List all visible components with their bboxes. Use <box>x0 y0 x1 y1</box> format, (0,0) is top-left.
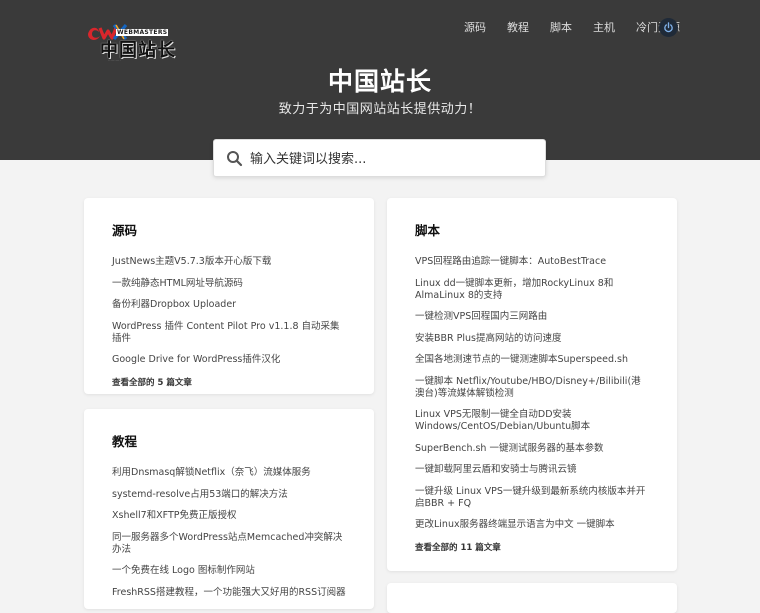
nav-tutorial[interactable]: 教程 <box>507 20 529 36</box>
list-item[interactable]: 一款纯静态HTML网址导航源码 <box>112 278 346 290</box>
list-item[interactable]: VPS回程路由追踪一键脚本：AutoBestTrace <box>415 256 649 268</box>
list-item[interactable]: 一键脚本 Netflix/Youtube/HBO/Disney+/Bilibil… <box>415 376 649 400</box>
list-item[interactable]: Linux VPS无限制一键全自动DD安装Windows/CentOS/Debi… <box>415 409 649 433</box>
nav-script[interactable]: 脚本 <box>550 20 572 36</box>
list-item[interactable]: 一键卸载阿里云盾和安骑士与腾讯云镜 <box>415 464 649 476</box>
login-button[interactable] <box>659 18 678 37</box>
view-all-link[interactable]: 查看全部的 11 篇文章 <box>415 541 649 553</box>
list-item[interactable]: 备份利器Dropbox Uploader <box>112 299 346 311</box>
card-source: 源码 JustNews主题V5.7.3版本开心版下载 一款纯静态HTML网址导航… <box>84 198 374 394</box>
card-title: 源码 <box>112 223 138 238</box>
article-list: VPS回程路由追踪一键脚本：AutoBestTrace Linux dd一键脚本… <box>415 256 649 531</box>
search-icon[interactable] <box>226 150 243 167</box>
list-item[interactable]: 更改Linux服务器终端显示语言为中文 一键脚本 <box>415 519 649 531</box>
list-item[interactable]: 利用Dnsmasq解锁Netflix（奈飞）流媒体服务 <box>112 467 346 479</box>
list-item[interactable]: 一键检测VPS回程国内三网路由 <box>415 311 649 323</box>
main-nav: 源码 教程 脚本 主机 冷门资源 <box>443 20 680 36</box>
logo-subtext: WEBMASTERS <box>116 29 169 36</box>
list-item[interactable]: Google Drive for WordPress插件汉化 <box>112 354 346 366</box>
list-item[interactable]: systemd-resolve占用53端口的解决方法 <box>112 489 346 501</box>
card-script: 脚本 VPS回程路由追踪一键脚本：AutoBestTrace Linux dd一… <box>387 198 677 571</box>
list-item[interactable]: WordPress 插件 Content Pilot Pro v1.1.8 自动… <box>112 321 346 345</box>
nav-source[interactable]: 源码 <box>464 20 486 36</box>
nav-host[interactable]: 主机 <box>593 20 615 36</box>
card-title: 教程 <box>112 434 138 449</box>
page-subtitle: 致力于为中国网站站长提供动力！ <box>278 102 482 117</box>
list-item[interactable]: 一键升级 Linux VPS一键升级到最新系统内核版本并开启BBR + FQ <box>415 486 649 510</box>
list-item[interactable]: JustNews主题V5.7.3版本开心版下载 <box>112 256 346 268</box>
list-item[interactable]: 同一服务器多个WordPress站点Memcached冲突解决办法 <box>112 532 346 556</box>
article-list: JustNews主题V5.7.3版本开心版下载 一款纯静态HTML网址导航源码 … <box>112 256 346 366</box>
search-input[interactable] <box>248 140 542 178</box>
card-next <box>387 583 677 613</box>
card-tutorial: 教程 利用Dnsmasq解锁Netflix（奈飞）流媒体服务 systemd-r… <box>84 409 374 609</box>
site-logo[interactable]: WEBMASTERS 中国站长 ·········· <box>86 22 180 64</box>
hero-header: WEBMASTERS 中国站长 ·········· 源码 教程 脚本 主机 冷… <box>0 0 760 160</box>
article-list: 利用Dnsmasq解锁Netflix（奈飞）流媒体服务 systemd-reso… <box>112 467 346 599</box>
page-title: 中国站长 <box>327 67 432 96</box>
list-item[interactable]: Xshell7和XFTP免费正版授权 <box>112 510 346 522</box>
power-icon <box>664 22 673 33</box>
list-item[interactable]: FreshRSS搭建教程，一个功能强大又好用的RSS订阅器 <box>112 587 346 599</box>
list-item[interactable]: Linux dd一键脚本更新，增加RockyLinux 8和AlmaLinux … <box>415 278 649 302</box>
list-item[interactable]: 安装BBR Plus提高网站的访问速度 <box>415 333 649 345</box>
view-all-link[interactable]: 查看全部的 5 篇文章 <box>112 376 346 388</box>
list-item[interactable]: SuperBench.sh 一键测试服务器的基本参数 <box>415 443 649 455</box>
list-item[interactable]: 一个免费在线 Logo 图标制作网站 <box>112 565 346 577</box>
list-item[interactable]: 全国各地测速节点的一键测速脚本Superspeed.sh <box>415 354 649 366</box>
search-box <box>213 139 546 178</box>
card-title: 脚本 <box>415 223 441 238</box>
